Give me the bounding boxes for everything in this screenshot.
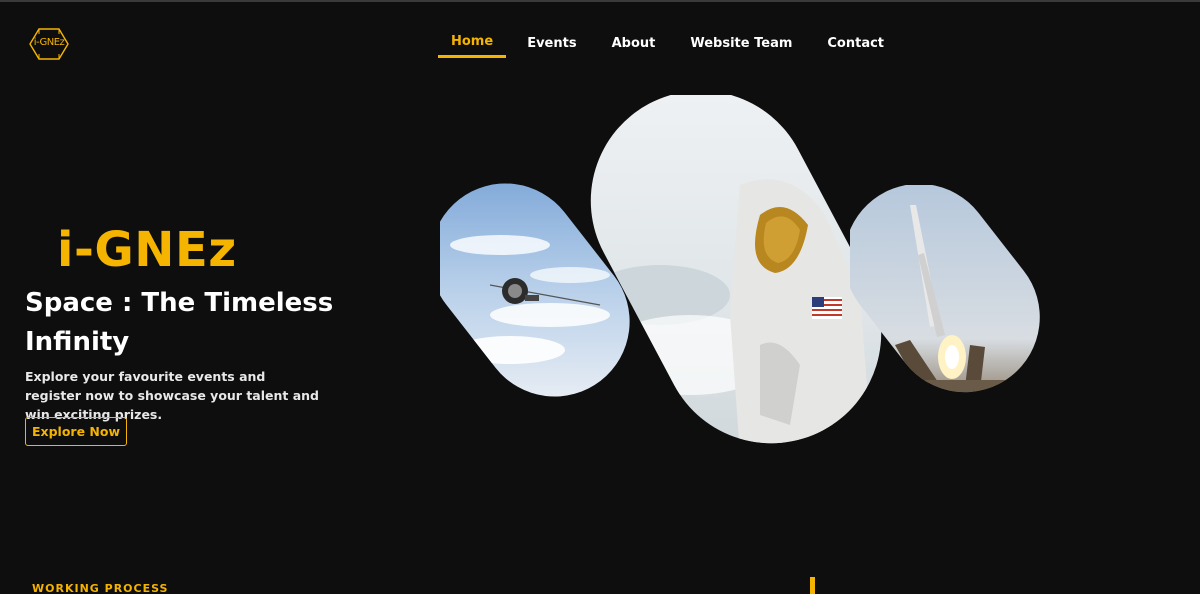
nav-contact[interactable]: Contact xyxy=(827,30,884,58)
main-nav: Home Events About Website Team Contact xyxy=(438,30,884,58)
nav-about[interactable]: About xyxy=(612,30,656,58)
rocket-launch-image xyxy=(850,185,1040,410)
astronaut-image xyxy=(590,95,890,455)
top-border xyxy=(0,0,1200,2)
hero-brand-name: i-GNEz xyxy=(57,222,237,278)
hero-image-gallery xyxy=(440,95,1040,455)
section-label-working-process: WORKING PROCESS xyxy=(32,582,169,594)
hero-title: Space : The Timeless Infinity xyxy=(25,288,334,357)
logo-text: i-GNEz xyxy=(33,37,65,48)
section-marker xyxy=(810,577,815,594)
site-logo[interactable]: i-GNEz xyxy=(29,27,69,61)
nav-website-team[interactable]: Website Team xyxy=(690,30,792,58)
hero-description: Explore your favourite events and regist… xyxy=(25,369,320,422)
explore-now-button[interactable]: Explore Now xyxy=(25,417,127,446)
nav-home[interactable]: Home xyxy=(438,30,507,58)
nav-events[interactable]: Events xyxy=(527,30,576,58)
